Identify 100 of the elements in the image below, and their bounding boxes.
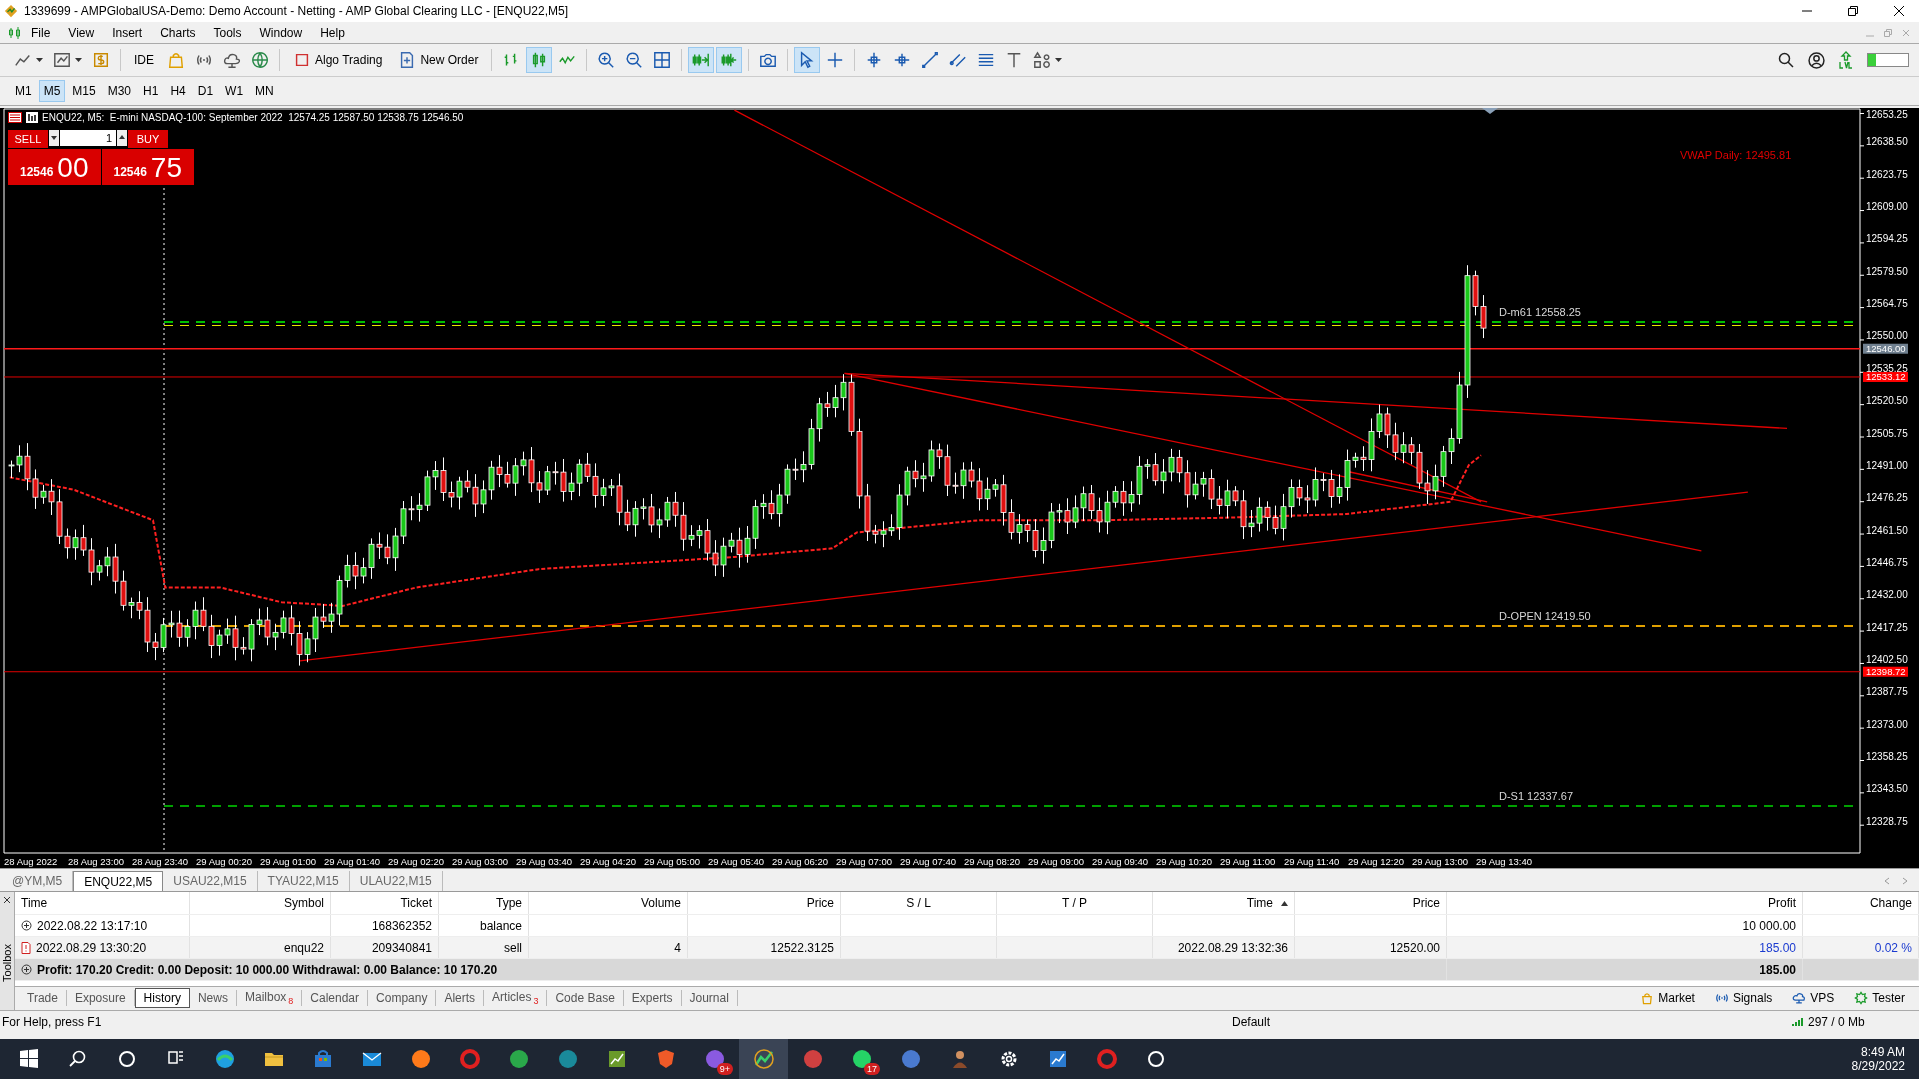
column-header[interactable]: Price — [688, 892, 841, 914]
panel-tab[interactable]: Calendar — [302, 990, 369, 1006]
search-icon[interactable] — [1778, 52, 1794, 68]
sell-button[interactable]: SELL — [8, 130, 48, 148]
timeframe-button[interactable]: M1 — [10, 80, 37, 102]
menu-item[interactable]: Window — [250, 25, 312, 40]
timeframe-button[interactable]: W1 — [220, 80, 249, 102]
timeframe-button[interactable]: M15 — [67, 80, 101, 102]
column-header[interactable]: Volume — [529, 892, 688, 914]
toolbox-strip[interactable]: Toolbox — [0, 892, 15, 1010]
stop-square-button[interactable]: Algo Trading — [286, 47, 390, 73]
tester-link[interactable]: Tester — [1848, 990, 1911, 1006]
price-axis-label: 12446.75 — [1866, 556, 1908, 568]
time-axis-label: 29 Aug 03:00 — [452, 856, 508, 867]
tool-button[interactable]: IDE — [127, 47, 161, 73]
chart-tab[interactable]: ENQU22,M5 — [73, 871, 164, 891]
time-axis-label: 29 Aug 04:20 — [580, 856, 636, 867]
menu-item[interactable]: Insert — [103, 25, 152, 40]
chart-bars-icon[interactable] — [26, 112, 38, 123]
timeframe-button[interactable]: D1 — [192, 80, 219, 102]
panel-tab[interactable]: Trade — [19, 990, 67, 1006]
panel-tab[interactable]: Journal — [681, 990, 738, 1006]
timeframe-button[interactable]: M30 — [102, 80, 137, 102]
column-header[interactable]: Change — [1803, 892, 1919, 914]
panel-tab[interactable]: News — [189, 990, 237, 1006]
time-axis-label: 29 Aug 10:20 — [1156, 856, 1212, 867]
time-axis-label: 28 Aug 23:40 — [132, 856, 188, 867]
spin-icon[interactable] — [117, 130, 127, 146]
sell-document-icon — [21, 941, 31, 954]
globe-icon — [251, 51, 269, 69]
column-header[interactable]: Profit — [1447, 892, 1803, 914]
connection-meter — [1867, 53, 1909, 67]
column-header[interactable]: S / L — [841, 892, 997, 914]
column-header[interactable]: Type — [439, 892, 529, 914]
menu-item[interactable]: Tools — [204, 25, 251, 40]
table-cell: 4 — [674, 940, 681, 955]
close-icon[interactable] — [1893, 5, 1905, 17]
panel-tab[interactable]: Alerts — [436, 990, 485, 1006]
panel-tab[interactable]: Company — [368, 990, 437, 1006]
column-header[interactable]: Price — [1295, 892, 1447, 914]
time-axis-label: 29 Aug 05:40 — [708, 856, 764, 867]
table-cell: 2022.08.29 13:30:20 — [36, 940, 147, 955]
column-header[interactable]: Time — [1153, 892, 1295, 914]
taskbar-button[interactable]: 9+ — [690, 1039, 739, 1079]
ring-logo-icon — [457, 1047, 482, 1071]
vps-link[interactable]: VPS — [1786, 990, 1841, 1006]
timeframe-button[interactable]: MN — [250, 80, 279, 102]
chart-tab[interactable]: TYAU22,M15 — [257, 871, 350, 891]
panel-tab[interactable]: Exposure — [66, 990, 135, 1006]
column-header[interactable]: Symbol — [190, 892, 331, 914]
app-logo-icon — [4, 4, 18, 18]
chart-shift-button[interactable] — [716, 47, 743, 73]
panel-tab[interactable]: Code Base — [547, 990, 624, 1006]
timeframe-button[interactable]: M5 — [38, 80, 66, 102]
restore-icon[interactable] — [1847, 5, 1859, 17]
caret-icon[interactable] — [49, 130, 59, 146]
price-axis-label: 12535.25 — [1866, 362, 1908, 374]
grid-icon — [653, 51, 672, 69]
account-summary: Profit: 170.20 Credit: 0.00 Deposit: 10 000.00 Withdrawal: 0.00 Balance: 10 170.20 — [37, 962, 498, 977]
trend-line-icon — [921, 51, 940, 69]
volume-field[interactable]: 1 — [60, 130, 116, 146]
vwap-label: VWAP Daily: 12495.81 — [1680, 149, 1792, 161]
chart-tab[interactable]: ULAU22,M15 — [349, 871, 443, 891]
column-header[interactable]: Time — [15, 892, 190, 914]
level-up-icon[interactable] — [1839, 51, 1853, 69]
taskbar-button[interactable]: 17 — [837, 1039, 886, 1079]
account-icon[interactable] — [1808, 51, 1825, 69]
signals-link[interactable]: Signals — [1708, 990, 1779, 1006]
table-cell: sell — [504, 940, 522, 955]
clock[interactable]: 8:49 AM 8/29/2022 — [1851, 1045, 1919, 1073]
shift-marker-icon[interactable] — [1482, 108, 1498, 114]
chart-header: ENQU22, M5: E-mini NASDAQ-100: September 2022 12574.25 12587.50 12538.75 12546.50 — [42, 112, 464, 123]
time-axis-label: 28 Aug 23:00 — [68, 856, 124, 867]
menu-item[interactable]: View — [59, 25, 104, 40]
panel-tab[interactable]: Experts — [623, 990, 682, 1006]
price-axis-label: 12623.75 — [1866, 168, 1908, 180]
column-header[interactable]: Ticket — [331, 892, 439, 914]
ask-quote: 12546 75 — [101, 149, 194, 185]
timeframe-button[interactable]: H4 — [165, 80, 191, 102]
chart-list-icon[interactable] — [8, 112, 22, 123]
timeframe-button[interactable]: H1 — [138, 80, 164, 102]
menu-item[interactable]: Charts — [151, 25, 205, 40]
buy-button[interactable]: BUY — [128, 130, 168, 148]
chart-menu-icon[interactable] — [8, 25, 22, 40]
price-axis-label: 12476.25 — [1866, 492, 1908, 504]
panel-tab[interactable]: History — [134, 988, 190, 1008]
table-cell: balance — [479, 918, 522, 933]
new-document-button[interactable]: New Order — [391, 47, 486, 73]
close-icon[interactable] — [3, 896, 11, 904]
price-axis-label: 12609.00 — [1866, 201, 1908, 213]
panel-tab[interactable]: Mailbox $_{8}$ — [236, 990, 303, 1006]
cursor-button[interactable] — [794, 47, 821, 73]
panel-tab[interactable]: Articles $_{3}$ — [484, 990, 548, 1006]
market-link[interactable]: Market — [1634, 990, 1701, 1006]
menu-item[interactable]: File — [22, 25, 60, 40]
chart-tab[interactable]: USAU22,M15 — [163, 871, 258, 891]
autoscroll-button[interactable] — [688, 47, 715, 73]
menu-item[interactable]: Help — [311, 25, 354, 40]
candlestick-button[interactable] — [526, 47, 553, 73]
column-header[interactable]: T / P — [997, 892, 1153, 914]
